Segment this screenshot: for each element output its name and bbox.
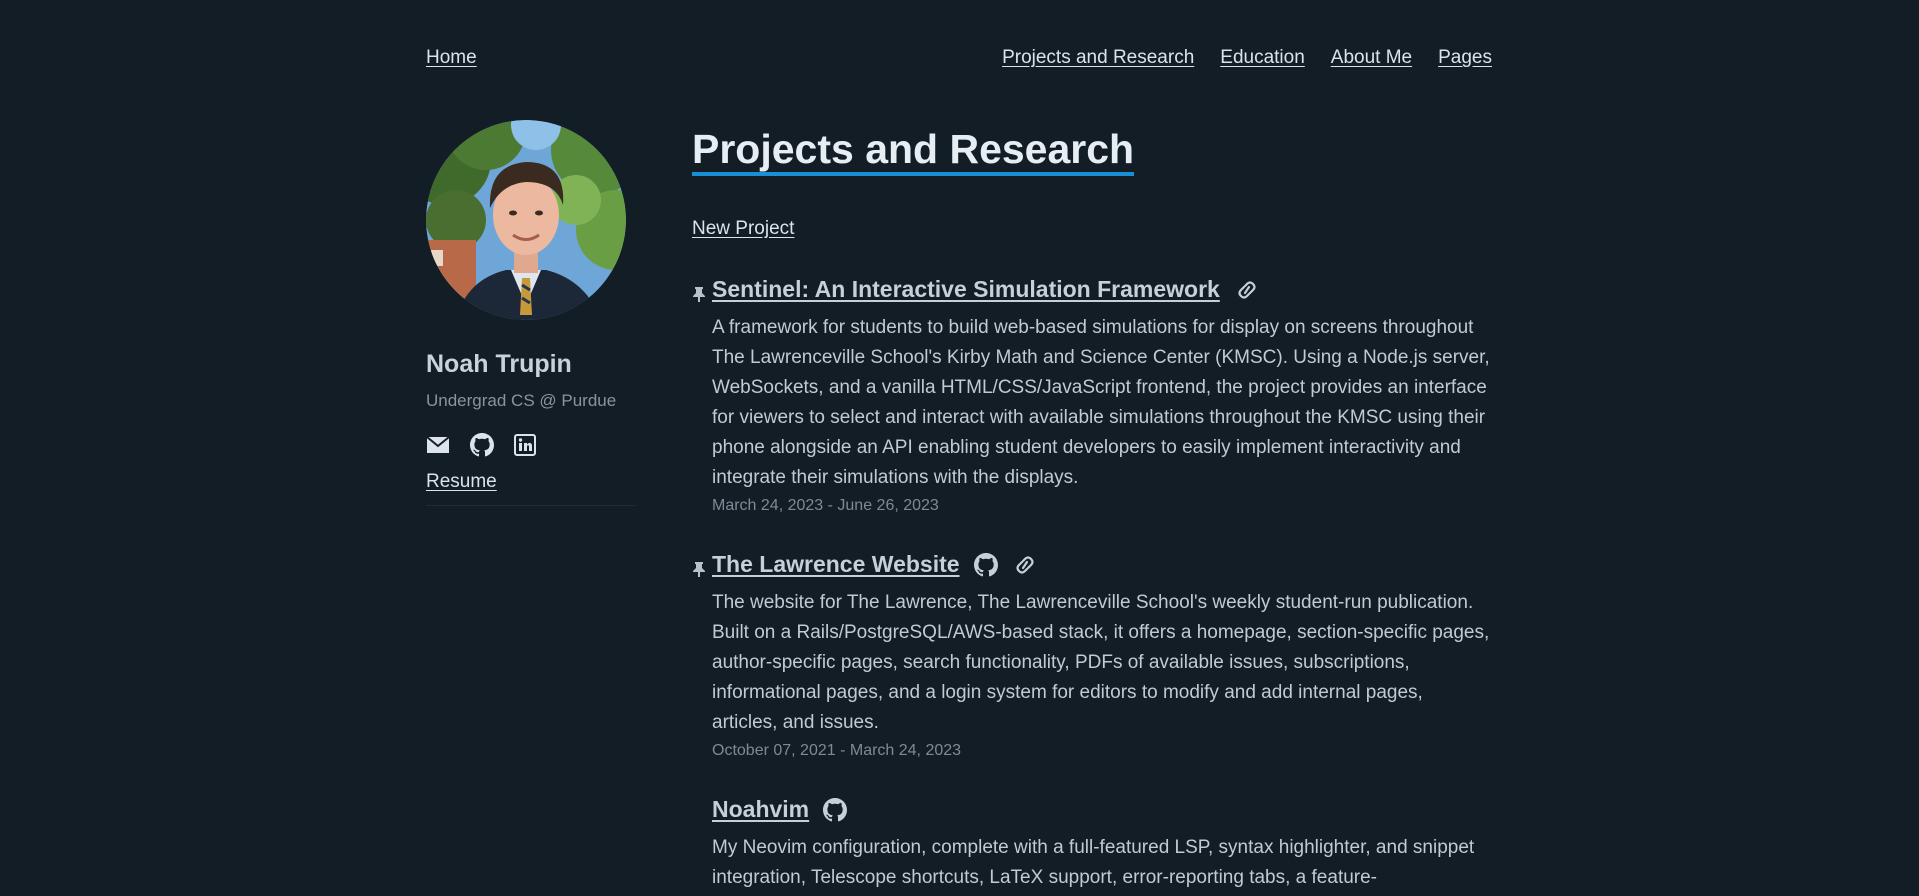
nav-link-education[interactable]: Education (1220, 47, 1305, 69)
linkedin-icon[interactable] (514, 434, 536, 456)
project-title-link[interactable]: Noahvim (712, 796, 809, 823)
author-sidebar: Noah Trupin Undergrad CS @ Purdue Resume (426, 120, 636, 506)
link-icon[interactable] (1234, 280, 1260, 300)
main-content: Projects and Research New Project Sentin… (692, 126, 1492, 893)
resume-link[interactable]: Resume (426, 471, 497, 493)
nav-link-projects[interactable]: Projects and Research (1002, 47, 1194, 69)
github-icon[interactable] (973, 552, 998, 577)
project-header: Noahvim (712, 796, 1492, 823)
project-title-link[interactable]: Sentinel: An Interactive Simulation Fram… (712, 276, 1220, 303)
github-icon[interactable] (823, 797, 848, 822)
pin-icon (692, 286, 706, 302)
social-links (426, 433, 636, 457)
project-title-link[interactable]: The Lawrence Website (712, 551, 960, 578)
project-date: October 07, 2021 - March 24, 2023 (712, 742, 962, 759)
pin-icon (692, 561, 706, 577)
project-description: My Neovim configuration, complete with a… (712, 837, 1475, 888)
project-description: The website for The Lawrence, The Lawren… (712, 592, 1490, 733)
new-project-link[interactable]: New Project (692, 218, 794, 240)
author-bio: Undergrad CS @ Purdue (426, 391, 617, 410)
project-item: Sentinel: An Interactive Simulation Fram… (692, 276, 1492, 515)
envelope-icon[interactable] (426, 435, 450, 455)
nav-link-about-me[interactable]: About Me (1331, 47, 1412, 69)
project-date: March 24, 2023 - June 26, 2023 (712, 497, 939, 514)
github-icon[interactable] (470, 433, 494, 457)
link-icon[interactable] (1012, 555, 1038, 575)
project-item: The Lawrence Website The website for The… (692, 551, 1492, 760)
project-description: A framework for students to build web-ba… (712, 317, 1490, 488)
project-item: Noahvim My Neovim configuration, complet… (692, 796, 1492, 893)
project-header: Sentinel: An Interactive Simulation Fram… (712, 276, 1492, 303)
project-header: The Lawrence Website (712, 551, 1492, 578)
nav-link-pages[interactable]: Pages (1438, 47, 1492, 69)
top-nav: Projects and Research Education About Me… (1002, 47, 1492, 69)
author-name: Noah Trupin (426, 350, 572, 378)
nav-home-link[interactable]: Home (426, 47, 477, 69)
sidebar-divider (426, 505, 636, 506)
avatar (426, 120, 626, 320)
page-title: Projects and Research (692, 126, 1135, 176)
